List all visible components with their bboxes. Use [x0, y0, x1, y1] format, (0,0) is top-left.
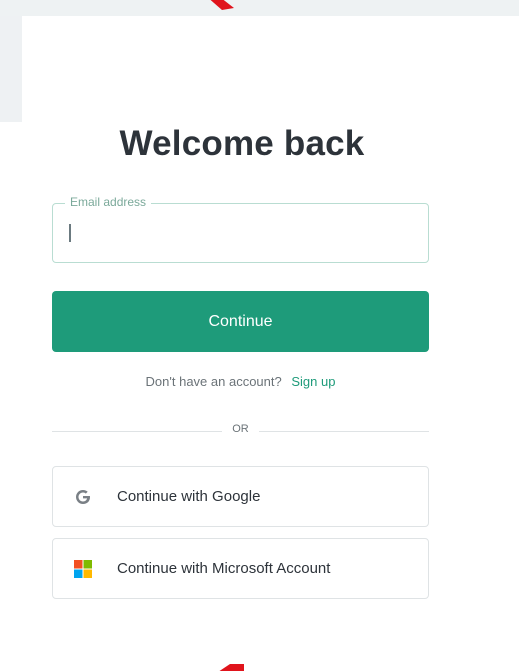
- red-arrow-icon: [210, 0, 234, 10]
- email-field[interactable]: Email address: [52, 195, 429, 263]
- google-login-label: Continue with Google: [117, 488, 261, 505]
- browser-top-strip: [0, 0, 519, 16]
- divider-line-right: [259, 431, 429, 432]
- google-g-icon: [76, 490, 90, 504]
- signup-row: Don't have an account? Sign up: [52, 374, 429, 389]
- divider-text: OR: [232, 423, 249, 435]
- email-field-label: Email address: [65, 195, 152, 209]
- or-divider: OR: [52, 423, 429, 439]
- signup-prompt: Don't have an account?: [145, 374, 282, 389]
- text-caret: [69, 224, 71, 242]
- microsoft-login-label: Continue with Microsoft Account: [117, 560, 331, 577]
- email-input[interactable]: [65, 218, 419, 250]
- left-panel-edge: [0, 16, 22, 122]
- login-page: Welcome back Email address Continue Don'…: [0, 0, 519, 671]
- red-annotation-mark: [219, 664, 244, 671]
- microsoft-login-button[interactable]: Continue with Microsoft Account: [52, 538, 429, 599]
- google-login-button[interactable]: Continue with Google: [52, 466, 429, 527]
- continue-button[interactable]: Continue: [52, 291, 429, 352]
- microsoft-logo-icon: [74, 560, 92, 578]
- signup-link[interactable]: Sign up: [291, 374, 335, 389]
- page-title: Welcome back: [119, 124, 365, 163]
